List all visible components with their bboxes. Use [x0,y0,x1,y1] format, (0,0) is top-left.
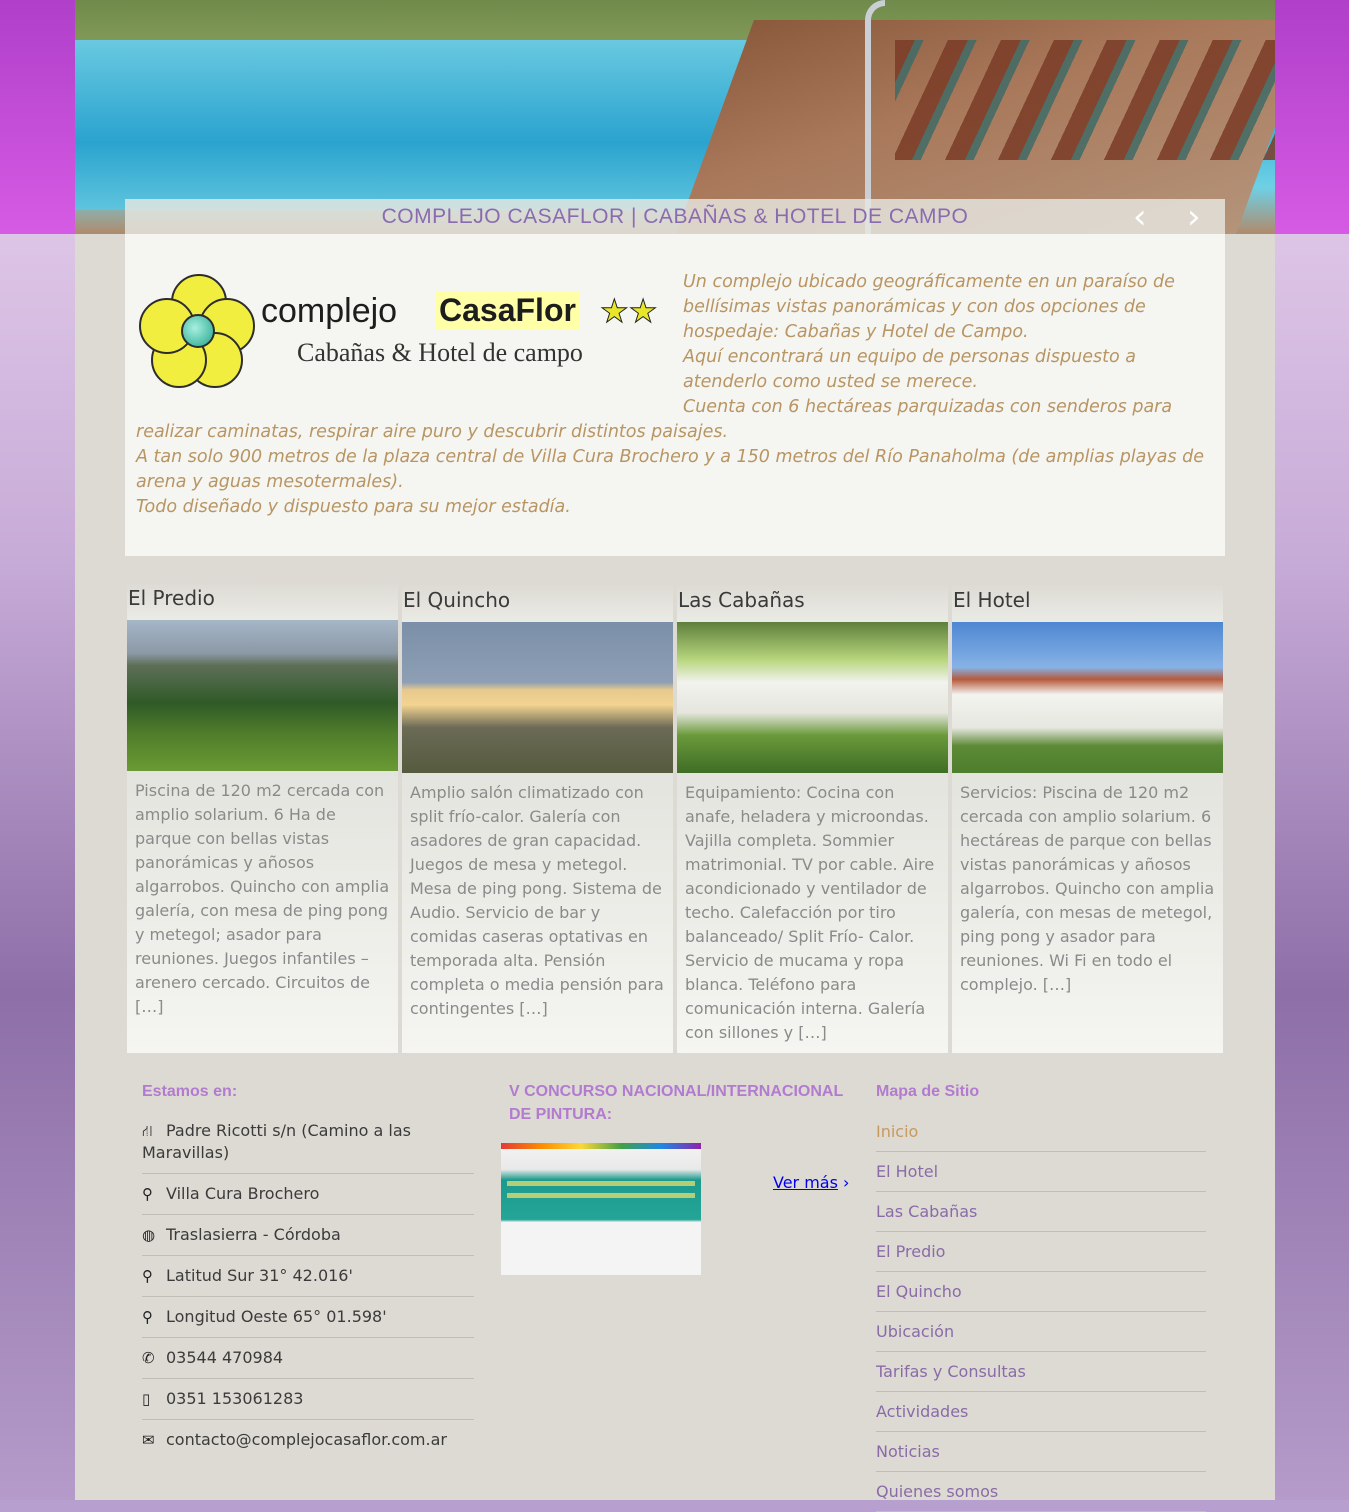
card-photo-predio[interactable] [127,620,398,771]
mobile-icon: ▯ [142,1390,151,1408]
card-el-hotel: El Hotel Servicios: Piscina de 120 m2 ce… [952,584,1223,1053]
phone-icon: ✆ [142,1349,155,1367]
card-text: Servicios: Piscina de 120 m2 cercada con… [960,783,1215,994]
hero-slider: COMPLEJO CASAFLOR | CABAÑAS & HOTEL DE C… [75,0,1275,234]
card-body: Equipamiento: Cocina con anafe, heladera… [677,773,948,1053]
intro-paragraph: Todo diseñado y dispuesto para su mejor … [136,497,571,517]
contact-longitude: ⚲ Longitud Oeste 65° 01.598' [142,1297,474,1338]
sitemap-item-el-quincho[interactable]: El Quincho [876,1272,1206,1312]
sitemap-item-quienes-somos[interactable]: Quienes somos [876,1472,1206,1512]
hero-loungers [895,40,1275,160]
read-more-link[interactable]: […] [798,1023,826,1042]
sitemap-item-el-predio[interactable]: El Predio [876,1232,1206,1272]
chevron-right-icon: › [843,1173,850,1192]
contact-address: ⛙ Padre Ricotti s/n (Camino a las Maravil… [142,1112,474,1174]
envelope-icon: ✉ [142,1431,155,1449]
card-title[interactable]: El Predio [127,582,398,620]
contest-title: V CONCURSO NACIONAL/INTERNACIONAL DE PIN… [509,1083,843,1123]
sitemap-item-tarifas[interactable]: Tarifas y Consultas [876,1352,1206,1392]
contact-list: ⛙ Padre Ricotti s/n (Camino a las Maravil… [142,1112,474,1460]
card-body: Piscina de 120 m2 cercada con amplio sol… [127,771,398,1053]
sitemap-item-el-hotel[interactable]: El Hotel [876,1152,1206,1192]
contact-phone: ✆ 03544 470984 [142,1338,474,1379]
card-text: Equipamiento: Cocina con anafe, heladera… [685,783,935,1042]
read-more-link[interactable]: […] [1043,975,1071,994]
sitemap-item-actividades[interactable]: Actividades [876,1392,1206,1432]
hero-caption: COMPLEJO CASAFLOR | CABAÑAS & HOTEL DE C… [125,197,1225,234]
card-title[interactable]: El Hotel [952,584,1223,622]
map-marker-icon: ⚲ [142,1267,153,1285]
read-more-link[interactable]: […] [135,997,163,1016]
card-photo-cabanas[interactable] [677,622,948,773]
intro-box: complejo CasaFlor ★★ Cabañas & Hotel de … [125,234,1225,556]
road-icon: ⛙ [142,1122,153,1140]
map-marker-icon: ⚲ [142,1308,153,1326]
card-text: Piscina de 120 m2 cercada con amplio sol… [135,781,390,992]
globe-icon: ◍ [142,1226,156,1244]
hero-title[interactable]: COMPLEJO CASAFLOR | CABAÑAS & HOTEL DE C… [125,205,1225,229]
sitemap-list: Inicio El Hotel Las Cabañas El Predio El… [876,1112,1206,1512]
contact-mobile: ▯ 0351 153061283 [142,1379,474,1420]
card-photo-quincho[interactable] [402,622,673,773]
intro-paragraph: A tan solo 900 metros de la plaza centra… [136,447,1205,492]
contact-latitude: ⚲ Latitud Sur 31° 42.016' [142,1256,474,1297]
slider-prev-arrow-icon[interactable]: ‹ [1133,197,1147,234]
page-container: COMPLEJO CASAFLOR | CABAÑAS & HOTEL DE C… [75,0,1275,1512]
contact-region: ◍ Traslasierra - Córdoba [142,1215,474,1256]
card-photo-hotel[interactable] [952,622,1223,773]
contact-title: Estamos en: [142,1083,238,1100]
sitemap-item-las-cabanas[interactable]: Las Cabañas [876,1192,1206,1232]
card-el-predio: El Predio Piscina de 120 m2 cercada con … [127,582,398,1053]
sitemap-item-noticias[interactable]: Noticias [876,1432,1206,1472]
sitemap-item-inicio[interactable]: Inicio [876,1112,1206,1152]
card-text: Amplio salón climatizado con split frío-… [410,783,664,1018]
read-more-link[interactable]: […] [519,999,547,1018]
slider-next-arrow-icon[interactable]: › [1187,197,1201,234]
card-body: Servicios: Piscina de 120 m2 cercada con… [952,773,1223,1053]
contact-email: ✉ contacto@complejocasaflor.com.ar [142,1430,447,1449]
card-el-quincho: El Quincho Amplio salón climatizado con … [402,584,673,1053]
see-more-link[interactable]: Ver más [773,1173,838,1192]
map-marker-icon: ⚲ [142,1185,153,1203]
card-body: Amplio salón climatizado con split frío-… [402,773,673,1053]
card-title[interactable]: El Quincho [402,584,673,622]
card-las-cabanas: Las Cabañas Equipamiento: Cocina con ana… [677,584,948,1053]
sitemap-title: Mapa de Sitio [876,1083,980,1100]
contact-city: ⚲ Villa Cura Brochero [142,1174,474,1215]
sitemap-item-ubicacion[interactable]: Ubicación [876,1312,1206,1352]
card-title[interactable]: Las Cabañas [677,584,948,622]
contest-poster-image[interactable] [501,1143,701,1275]
intro-text: Un complejo ubicado geográficamente en u… [136,270,1216,520]
